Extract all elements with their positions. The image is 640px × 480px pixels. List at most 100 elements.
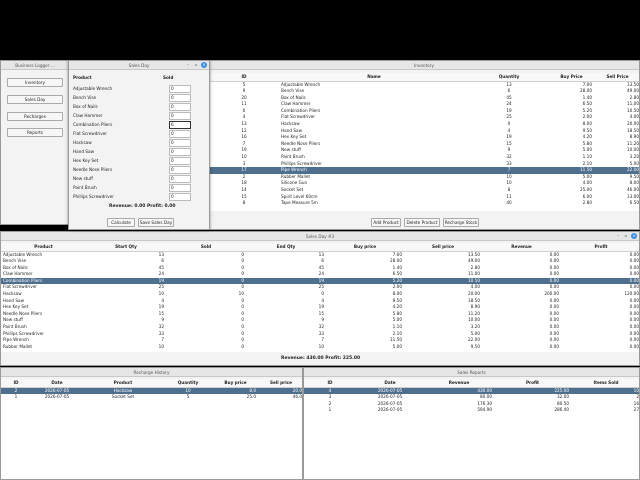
column-header[interactable]: Buy Price	[549, 73, 594, 82]
table-row[interactable]: 20 Box of Nails 45 1.40 2.80	[209, 95, 639, 102]
minimize-icon[interactable]: –	[185, 62, 191, 68]
column-header[interactable]: Sell price	[404, 243, 482, 252]
table-row[interactable]: 3 2026-07-05 80.00 32.00 2	[304, 394, 639, 401]
sold-quantity-input[interactable]: 0	[169, 157, 191, 165]
table-row[interactable]: 12 Hand Saw 4 9.50 18.50	[209, 128, 639, 135]
inventory-button[interactable]: Inventory	[7, 78, 63, 87]
recharge-stock-button[interactable]: Recharge Stock	[443, 218, 479, 227]
maximize-icon[interactable]: ▫	[193, 62, 199, 68]
table-row[interactable]: 10 Paint Brush 32 1.10 3.20	[209, 154, 639, 161]
column-header[interactable]: Quantity	[469, 73, 549, 82]
table-row[interactable]: Hex Key Set 19 0 19 4.20 8.90 0.00 0.00	[1, 304, 639, 311]
sales-day-button[interactable]: Sales Day	[7, 95, 63, 104]
table-row[interactable]: 9 Bench Vise 6 28.00 49.00	[209, 88, 639, 95]
column-header[interactable]: ID	[304, 379, 356, 388]
column-header[interactable]: Date	[31, 379, 83, 388]
sold-quantity-input[interactable]: 0	[169, 139, 191, 147]
reports-button[interactable]: Reports	[7, 128, 63, 137]
recharges-button[interactable]: Recharges	[7, 112, 63, 121]
sales-day-title: Sales Day	[128, 63, 150, 68]
maximize-icon[interactable]: ▫	[623, 233, 629, 239]
table-row[interactable]: Hacksaw 10 10 0 8.00 20.00 200.00 120.00	[1, 291, 639, 298]
product-label: Hex Key Set	[73, 158, 99, 163]
column-header[interactable]: Items Sold	[571, 379, 639, 388]
sold-quantity-input[interactable]: 0	[169, 166, 191, 174]
column-header[interactable]: End Qty	[246, 243, 326, 252]
column-header[interactable]: Revenue	[482, 243, 561, 252]
column-header[interactable]: Profit	[561, 243, 639, 252]
table-row[interactable]: 8 Tape Measure 5m 40 2.80 6.50	[209, 200, 639, 207]
table-row[interactable]: New stuff 9 0 9 5.00 10.00 0.00 0.00	[1, 317, 639, 324]
table-row[interactable]: 4 2026-07-05 430.00 225.00 10	[304, 387, 639, 395]
sold-quantity-input[interactable]: 0	[169, 103, 191, 111]
column-header[interactable]: Revenue	[424, 379, 494, 388]
table-row[interactable]: Claw Hammer 24 0 24 6.50 11.00 0.00 0.00	[1, 271, 639, 278]
table-row[interactable]: Flat Screwdriver 25 0 25 2.00 4.00 0.00 0.00	[1, 284, 639, 291]
table-row[interactable]: 18 Silicone Gun 10 4.00 8.00	[209, 180, 639, 187]
column-header[interactable]: Buy price	[326, 243, 404, 252]
table-row[interactable]: 1 2026-07-05 Socket Set 5 25.0 46.0	[1, 394, 302, 401]
table-row[interactable]: 14 Socket Set 8 25.00 46.00	[209, 187, 639, 194]
table-row[interactable]: 2 Rubber Mallet 10 5.00 9.50	[209, 174, 639, 181]
minimize-icon[interactable]: –	[615, 233, 621, 239]
sold-quantity-input[interactable]: 0	[169, 130, 191, 138]
table-row[interactable]: 17 Pipe Wrench 7 11.50 22.00	[209, 167, 639, 174]
sold-quantity-input[interactable]: 6	[169, 121, 191, 129]
table-row[interactable]: 11 Claw Hammer 24 6.50 11.00	[209, 101, 639, 108]
column-header[interactable]: Quantity	[163, 379, 213, 388]
table-cell: 18	[241, 180, 247, 186]
sold-quantity-input[interactable]: 0	[169, 85, 191, 93]
table-row[interactable]: 15 Spirit Level 60cm 11 6.00 13.00	[209, 194, 639, 201]
column-header[interactable]: Sell Price	[594, 73, 639, 82]
table-row[interactable]: Hand Saw 4 0 4 9.50 18.50 0.00 0.00	[1, 298, 639, 305]
table-cell: 19	[318, 304, 324, 310]
table-row[interactable]: Phillips Screwdriver 33 0 33 2.10 5.00 0.00 0.0…	[1, 331, 639, 338]
table-row[interactable]: 3 Phillips Screwdriver 33 2.10 5.00	[209, 161, 639, 168]
table-row[interactable]: Combination Pliers 19 0 19 5.20 10.50 0.00 0.00	[1, 277, 639, 285]
sold-quantity-input[interactable]: 0	[169, 193, 191, 201]
close-icon[interactable]: ×	[631, 233, 637, 239]
table-row[interactable]: 1 2026-07-05 594.90 286.40 27	[304, 407, 639, 414]
sold-quantity-input[interactable]: 0	[169, 94, 191, 102]
table-row[interactable]: 13 Hacksaw 0 8.00 20.00	[209, 121, 639, 128]
column-header[interactable]: ID	[1, 379, 31, 388]
table-row[interactable]: 4 Flat Screwdriver 25 2.00 4.00	[209, 114, 639, 121]
delete-product-button[interactable]: Delete Product	[404, 218, 440, 227]
column-header[interactable]: Date	[356, 379, 424, 388]
table-row[interactable]: Pipe Wrench 7 0 7 11.50 22.00 0.00 0.00	[1, 337, 639, 344]
column-header[interactable]: Product	[1, 243, 86, 252]
table-row[interactable]: 16 Hex Key Set 19 4.20 8.90	[209, 134, 639, 141]
table-row[interactable]: 7 Needle Nose Pliers 15 5.80 11.20	[209, 141, 639, 148]
column-header[interactable]: ID	[209, 73, 279, 82]
table-cell: 11.00	[468, 271, 480, 277]
column-header[interactable]: Sold	[166, 243, 246, 252]
table-row[interactable]: Rubber Mallet 10 0 10 5.00 9.50 0.00 0.00	[1, 344, 639, 351]
calculate-button[interactable]: Calculate	[107, 218, 135, 227]
column-header[interactable]: Name	[279, 73, 469, 82]
table-row[interactable]: Bench Vise 6 0 6 28.00 49.00 0.00 0.00	[1, 258, 639, 265]
column-header[interactable]: Sell price	[258, 379, 302, 388]
sold-quantity-input[interactable]: 0	[169, 148, 191, 156]
column-header[interactable]: Profit	[494, 379, 571, 388]
column-header[interactable]: Buy price	[213, 379, 258, 388]
column-header[interactable]: Start Qty	[86, 243, 166, 252]
list-item: Combination Pliers 6	[69, 121, 209, 130]
table-cell: 4.00	[629, 114, 639, 120]
table-row[interactable]: Paint Brush 32 0 32 1.10 3.20 0.00 0.00	[1, 324, 639, 331]
close-icon[interactable]: ×	[201, 62, 207, 68]
table-row[interactable]: 2 2026-07-05 Hacksaw 10 8.0 20.0	[1, 387, 302, 395]
table-row[interactable]: Adjustable Wrench 13 0 13 7.00 13.50 0.00 0.00	[1, 251, 639, 258]
table-row[interactable]: 2 2026-07-05 176.30 80.50 16	[304, 401, 639, 408]
column-header[interactable]: Product	[83, 379, 163, 388]
table-cell: 0.00	[629, 264, 639, 270]
table-row[interactable]: 19 New stuff 9 5.00 10.00	[209, 147, 639, 154]
save-sales-day-button[interactable]: Save Sales Day	[138, 218, 174, 227]
table-row[interactable]: 5 Adjustable Wrench 13 7.00 13.50	[209, 81, 639, 88]
add-product-button[interactable]: Add Product	[371, 218, 401, 227]
table-row[interactable]: Needle Nose Pliers 15 0 15 5.80 11.20 0.00 0.00	[1, 311, 639, 318]
sold-quantity-input[interactable]: 0	[169, 184, 191, 192]
sold-quantity-input[interactable]: 0	[169, 112, 191, 120]
table-row[interactable]: 6 Combination Pliers 19 5.20 10.50	[209, 108, 639, 115]
sold-quantity-input[interactable]: 0	[169, 175, 191, 183]
table-row[interactable]: Box of Nails 45 0 45 1.40 2.80 0.00 0.00	[1, 264, 639, 272]
